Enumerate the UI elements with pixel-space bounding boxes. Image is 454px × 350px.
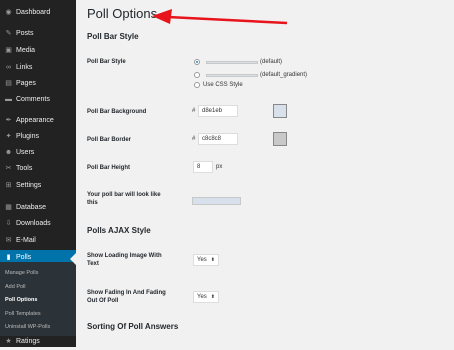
- arrow-head: [152, 9, 172, 24]
- annotation-arrow: [152, 9, 288, 25]
- arrow-shaft: [167, 15, 288, 25]
